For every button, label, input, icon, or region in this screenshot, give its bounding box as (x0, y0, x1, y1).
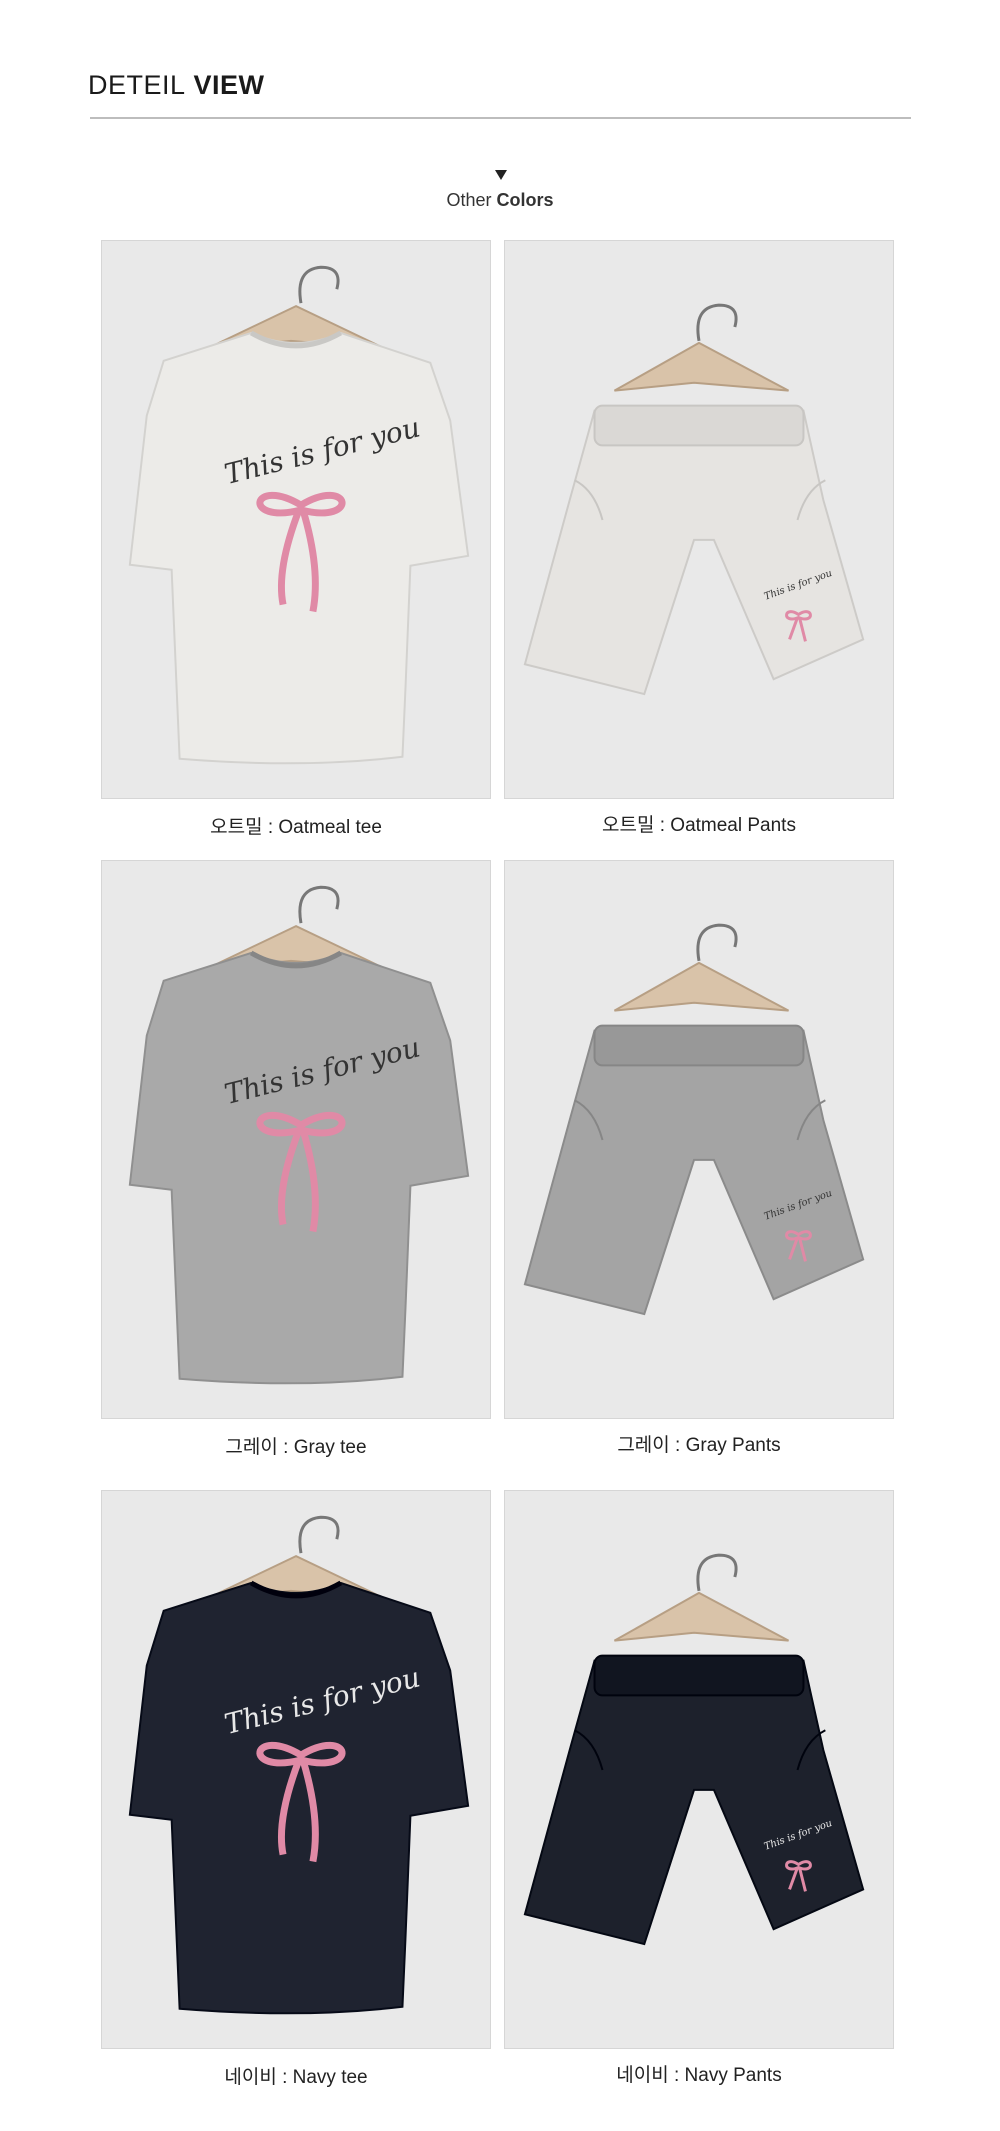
tee-illustration: This is for you (102, 1491, 490, 2048)
page-title: DETEIL VIEW (88, 70, 265, 101)
caption-gray-pants: 그레이 : Gray Pants (617, 1435, 781, 1456)
tee-illustration: This is for you (102, 861, 490, 1418)
shorts-waistband (593, 404, 805, 447)
product-photo-oatmeal-pants: This is for you (504, 240, 894, 799)
triangle-down-icon (495, 170, 507, 180)
shorts-waistband (593, 1024, 805, 1067)
product-photo-gray-tee: This is for you (101, 860, 491, 1419)
caption-navy-tee: 네이비 : Navy tee (224, 2067, 368, 2088)
shorts-illustration: This is for you (505, 241, 893, 798)
product-photo-navy-pants: This is for you (504, 1490, 894, 2049)
shorts-illustration: This is for you (505, 861, 893, 1418)
header-divider (90, 117, 911, 119)
product-photo-navy-tee: This is for you (101, 1490, 491, 2049)
caption-navy-pants: 네이비 : Navy Pants (616, 2065, 782, 2086)
caption-oatmeal-tee: 오트밀 : Oatmeal tee (210, 817, 382, 838)
section-subtitle: Other Colors (0, 190, 1000, 211)
page-title-bold: VIEW (193, 70, 265, 100)
shorts-waistband (593, 1654, 805, 1697)
shorts-illustration: This is for you (505, 1491, 893, 2048)
tee-illustration: This is for you (102, 241, 490, 798)
product-photo-oatmeal-tee: This is for you (101, 240, 491, 799)
caption-gray-tee: 그레이 : Gray tee (225, 1437, 367, 1458)
product-photo-gray-pants: This is for you (504, 860, 894, 1419)
section-subtitle-bold: Colors (496, 190, 554, 210)
caption-oatmeal-pants: 오트밀 : Oatmeal Pants (602, 815, 796, 836)
section-subtitle-light: Other (446, 190, 492, 210)
page-title-light: DETEIL (88, 70, 186, 100)
